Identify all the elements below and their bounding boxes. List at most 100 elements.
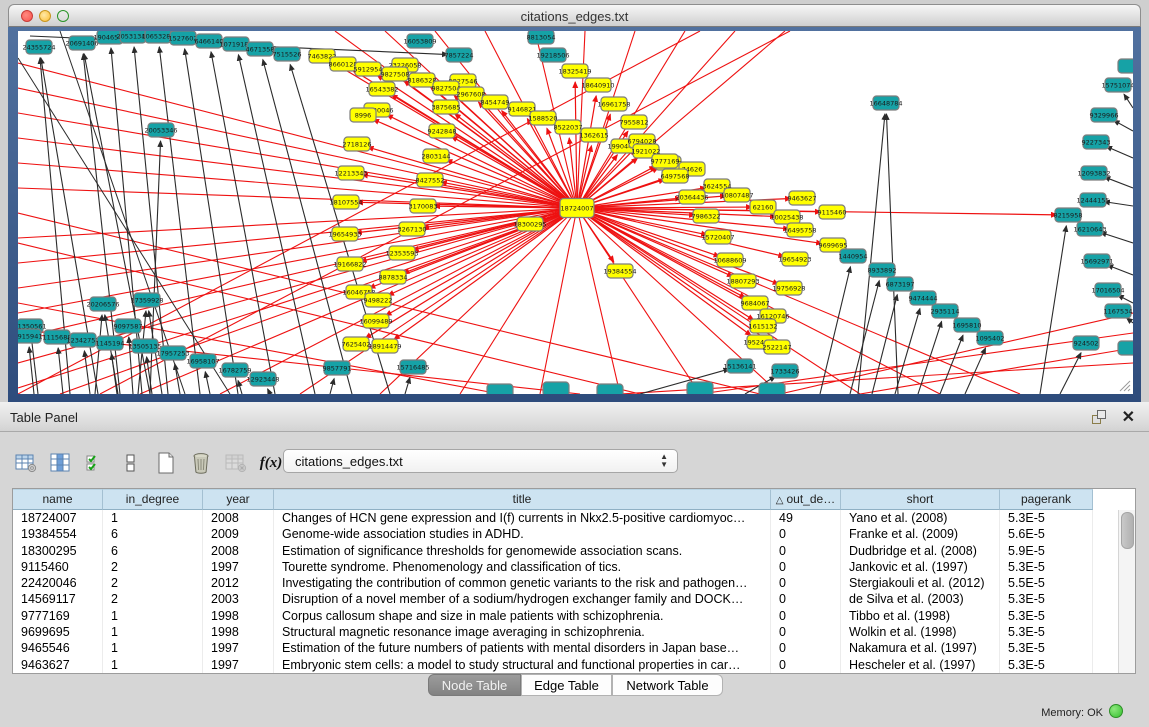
delete-columns-icon[interactable] bbox=[189, 452, 213, 474]
graph-node[interactable]: 19384554 bbox=[603, 264, 636, 278]
graph-node[interactable] bbox=[687, 382, 713, 394]
table-source-dropdown[interactable]: citations_edges.txt ▲▼ bbox=[283, 449, 678, 473]
table-cell[interactable]: Tibbo et al. (1998) bbox=[841, 608, 1000, 624]
graph-node[interactable]: 19654923 bbox=[778, 252, 811, 266]
graph-edge[interactable] bbox=[850, 281, 879, 394]
table-cell[interactable]: Hescheler et al. (1997) bbox=[841, 657, 1000, 673]
graph-node[interactable]: 7857224 bbox=[445, 48, 474, 62]
table-cell[interactable]: Changes of HCN gene expression and I(f) … bbox=[274, 510, 771, 526]
graph-node[interactable]: 16543382 bbox=[365, 82, 398, 96]
tab-edge-table[interactable]: Edge Table bbox=[521, 674, 612, 696]
graph-node[interactable]: 8427552 bbox=[416, 173, 445, 187]
select-columns-icon[interactable] bbox=[84, 452, 108, 474]
table-cell[interactable]: 1 bbox=[103, 657, 203, 673]
graph-node[interactable]: 1362615 bbox=[580, 128, 609, 142]
tab-node-table[interactable]: Node Table bbox=[428, 674, 521, 696]
create-column-icon[interactable] bbox=[154, 452, 178, 474]
table-cell[interactable]: 1997 bbox=[203, 640, 274, 656]
table-cell[interactable]: 6 bbox=[103, 543, 203, 559]
graph-node[interactable]: 15692971 bbox=[1080, 254, 1113, 268]
graph-node[interactable]: 1615132 bbox=[749, 319, 778, 333]
graph-node[interactable]: 12093832 bbox=[1077, 166, 1110, 180]
graph-node[interactable]: 16648784 bbox=[869, 96, 902, 110]
graph-edge[interactable] bbox=[1106, 146, 1133, 158]
table-cell[interactable]: 5.5E-5 bbox=[1000, 575, 1093, 591]
graph-node[interactable]: 7986322 bbox=[692, 209, 721, 223]
graph-node[interactable]: 12923448 bbox=[246, 372, 279, 386]
show-columns-icon[interactable] bbox=[49, 452, 73, 474]
graph-edge[interactable] bbox=[95, 315, 102, 394]
table-cell[interactable]: Corpus callosum shape and size in male p… bbox=[274, 608, 771, 624]
table-cell[interactable]: 0 bbox=[771, 543, 841, 559]
graph-node[interactable]: 1527602 bbox=[169, 31, 198, 45]
graph-node[interactable]: 18914479 bbox=[368, 339, 401, 353]
graph-edge[interactable] bbox=[18, 63, 577, 208]
graph-node[interactable] bbox=[543, 382, 569, 394]
table-cell[interactable]: 1 bbox=[103, 510, 203, 526]
table-cell[interactable]: 2 bbox=[103, 575, 203, 591]
table-cell[interactable]: 1997 bbox=[203, 657, 274, 673]
graph-node[interactable]: 20206576 bbox=[86, 297, 119, 311]
graph-node[interactable]: 9777169 bbox=[651, 154, 680, 168]
graph-node[interactable]: 15716485 bbox=[396, 360, 429, 374]
table-cell[interactable]: 0 bbox=[771, 591, 841, 607]
graph-node[interactable]: 18640910 bbox=[581, 78, 614, 92]
graph-node[interactable]: 3267130 bbox=[398, 222, 427, 236]
table-cell[interactable]: 22420046 bbox=[13, 575, 103, 591]
graph-node[interactable]: 2522147 bbox=[763, 340, 792, 354]
graph-node[interactable]: 16961758 bbox=[597, 97, 630, 111]
graph-node[interactable]: 8933892 bbox=[868, 263, 897, 277]
graph-node[interactable]: 9827508 bbox=[381, 67, 410, 81]
graph-node[interactable]: 17016504 bbox=[1091, 283, 1124, 297]
graph-edge[interactable] bbox=[1040, 226, 1066, 394]
graph-node[interactable]: 8878334 bbox=[379, 270, 408, 284]
graph-node[interactable]: 10688609 bbox=[713, 253, 746, 267]
graph-edge[interactable] bbox=[1104, 177, 1133, 188]
graph-edge[interactable] bbox=[1114, 120, 1133, 131]
table-cell[interactable]: 5.3E-5 bbox=[1000, 591, 1093, 607]
column-header-in_degree[interactable]: in_degree bbox=[103, 489, 203, 510]
graph-edge[interactable] bbox=[1124, 94, 1133, 108]
table-cell[interactable]: Embryonic stem cells: a model to study s… bbox=[274, 657, 771, 673]
table-cell[interactable]: 2 bbox=[103, 559, 203, 575]
graph-node[interactable]: 18107554 bbox=[329, 195, 362, 209]
table-cell[interactable]: 1 bbox=[103, 624, 203, 640]
graph-node[interactable] bbox=[597, 384, 623, 394]
graph-node[interactable]: 16210643 bbox=[1073, 222, 1106, 236]
graph-node[interactable]: 8996 bbox=[350, 108, 376, 122]
column-header-short[interactable]: short bbox=[841, 489, 1000, 510]
table-cell[interactable]: 1 bbox=[103, 640, 203, 656]
graph-node[interactable]: 1145194 bbox=[96, 336, 125, 350]
table-cell[interactable]: 0 bbox=[771, 575, 841, 591]
graph-node[interactable] bbox=[1118, 59, 1133, 73]
table-cell[interactable]: 18724007 bbox=[13, 510, 103, 526]
graph-node[interactable]: 1440954 bbox=[839, 249, 868, 263]
graph-node[interactable]: 19756928 bbox=[772, 281, 805, 295]
graph-node[interactable]: 19654933 bbox=[328, 227, 361, 241]
graph-node[interactable]: 9097587 bbox=[114, 319, 143, 333]
graph-edge[interactable] bbox=[577, 208, 620, 394]
table-cell[interactable]: Nakamura et al. (1997) bbox=[841, 640, 1000, 656]
graph-node[interactable]: 12213343 bbox=[334, 166, 367, 180]
graph-node[interactable]: 2803144 bbox=[422, 149, 451, 163]
column-header-name[interactable]: name bbox=[13, 489, 103, 510]
table-cell[interactable]: 0 bbox=[771, 608, 841, 624]
graph-node[interactable]: 16053809 bbox=[403, 34, 436, 48]
table-cell[interactable]: Franke et al. (2009) bbox=[841, 526, 1000, 542]
graph-node[interactable]: 17957253 bbox=[156, 346, 189, 360]
graph-node[interactable]: 1167534 bbox=[1104, 304, 1133, 318]
table-cell[interactable]: 5.3E-5 bbox=[1000, 510, 1093, 526]
table-cell[interactable]: 5.3E-5 bbox=[1000, 559, 1093, 575]
table-cell[interactable]: 5.3E-5 bbox=[1000, 657, 1093, 673]
graph-node[interactable]: 8522037 bbox=[554, 120, 583, 134]
graph-node[interactable]: 3170083 bbox=[409, 199, 438, 213]
graph-node[interactable]: 15720407 bbox=[701, 230, 734, 244]
function-builder-icon[interactable]: f(x) bbox=[259, 452, 283, 474]
table-cell[interactable]: 2012 bbox=[203, 575, 274, 591]
graph-node[interactable]: 18325419 bbox=[558, 64, 591, 78]
table-cell[interactable]: 18300295 bbox=[13, 543, 103, 559]
table-cell[interactable]: 2003 bbox=[203, 591, 274, 607]
table-cell[interactable]: 5.9E-5 bbox=[1000, 543, 1093, 559]
table-cell[interactable]: 9699695 bbox=[13, 624, 103, 640]
graph-node[interactable]: 9684067 bbox=[741, 296, 770, 310]
